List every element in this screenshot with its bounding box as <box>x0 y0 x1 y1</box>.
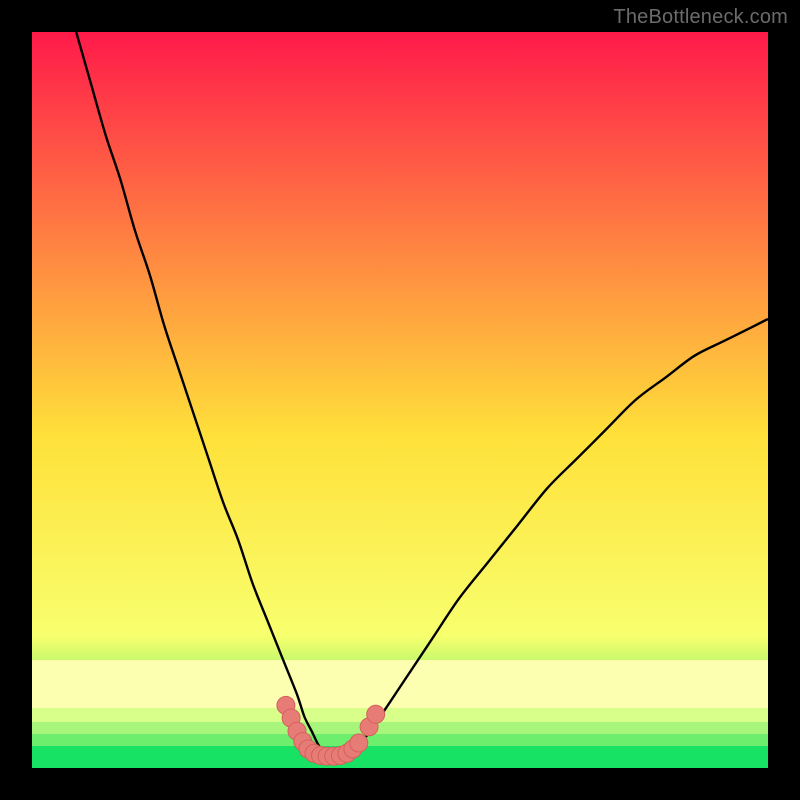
chart-frame: TheBottleneck.com <box>0 0 800 800</box>
marker-dot <box>367 705 385 723</box>
chart-canvas <box>32 32 768 768</box>
plot-lowband <box>32 660 768 708</box>
plot-background <box>32 32 768 768</box>
plot-green-step-1 <box>32 708 768 722</box>
plot-green-step-3 <box>32 734 768 746</box>
plot-green-step-2 <box>32 722 768 734</box>
watermark-text: TheBottleneck.com <box>613 6 788 29</box>
marker-dot <box>350 734 368 752</box>
plot-green-step-4 <box>32 746 768 768</box>
